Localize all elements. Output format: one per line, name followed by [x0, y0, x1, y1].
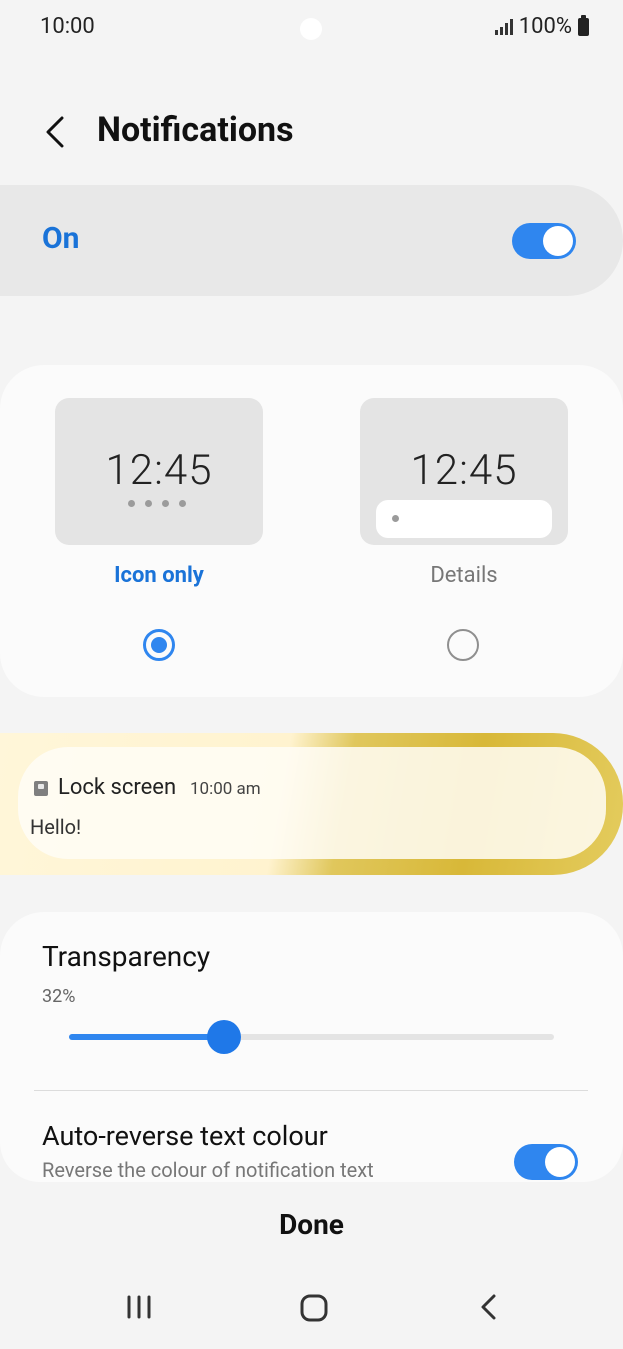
details-radio[interactable] [447, 629, 479, 661]
notification-preview-card [18, 747, 606, 859]
page-title: Notifications [97, 110, 294, 150]
main-toggle-row[interactable]: On [0, 185, 623, 296]
back-icon[interactable] [38, 112, 78, 152]
battery-percent: 100% [518, 14, 572, 39]
notification-dots [128, 500, 186, 507]
recents-icon[interactable] [104, 1280, 174, 1336]
slider-thumb[interactable] [207, 1020, 242, 1054]
lock-icon [34, 781, 48, 796]
divider [34, 1090, 588, 1091]
main-toggle-switch[interactable] [512, 223, 576, 259]
auto-reverse-description: Reverse the colour of notification text [42, 1158, 374, 1182]
transparency-label: Transparency [42, 940, 211, 973]
preview-time: 12:45 [410, 446, 518, 495]
preview-time: 12:45 [105, 446, 213, 495]
status-bar: 10:00 100% [0, 0, 623, 60]
home-icon[interactable] [279, 1280, 349, 1336]
toggle-knob [543, 226, 573, 256]
auto-reverse-toggle[interactable] [514, 1144, 578, 1180]
preview-time-stamp: 10:00 am [190, 779, 261, 799]
status-time: 10:00 [40, 14, 95, 39]
header: Notifications [0, 100, 623, 164]
preview-app-name: Lock screen [58, 775, 177, 800]
preview-message: Hello! [30, 815, 82, 839]
lock-screen-preview: Lock screen 10:00 am Hello! [0, 733, 623, 875]
icon-only-radio[interactable] [143, 629, 175, 661]
battery-icon [578, 14, 589, 36]
status-right: 100% [494, 14, 589, 39]
settings-card: Transparency 32% Auto-reverse text colou… [0, 912, 623, 1182]
front-camera [300, 18, 322, 40]
nav-back-icon[interactable] [454, 1280, 524, 1336]
details-label: Details [430, 563, 498, 588]
navigation-bar [0, 1280, 623, 1349]
notification-style-card: 12:45 Icon only 12:45 Details [0, 365, 623, 697]
toggle-knob [545, 1147, 575, 1177]
transparency-slider[interactable] [69, 1020, 554, 1054]
signal-icon [494, 18, 513, 35]
icon-only-preview[interactable]: 12:45 [55, 398, 263, 545]
notification-pill [376, 500, 552, 538]
auto-reverse-label: Auto-reverse text colour [42, 1120, 328, 1152]
details-preview[interactable]: 12:45 [360, 398, 568, 545]
transparency-value: 32% [42, 986, 76, 1007]
slider-fill [69, 1034, 225, 1040]
main-toggle-label: On [42, 221, 80, 256]
icon-only-label: Icon only [114, 563, 204, 588]
done-button[interactable]: Done [0, 1208, 623, 1241]
